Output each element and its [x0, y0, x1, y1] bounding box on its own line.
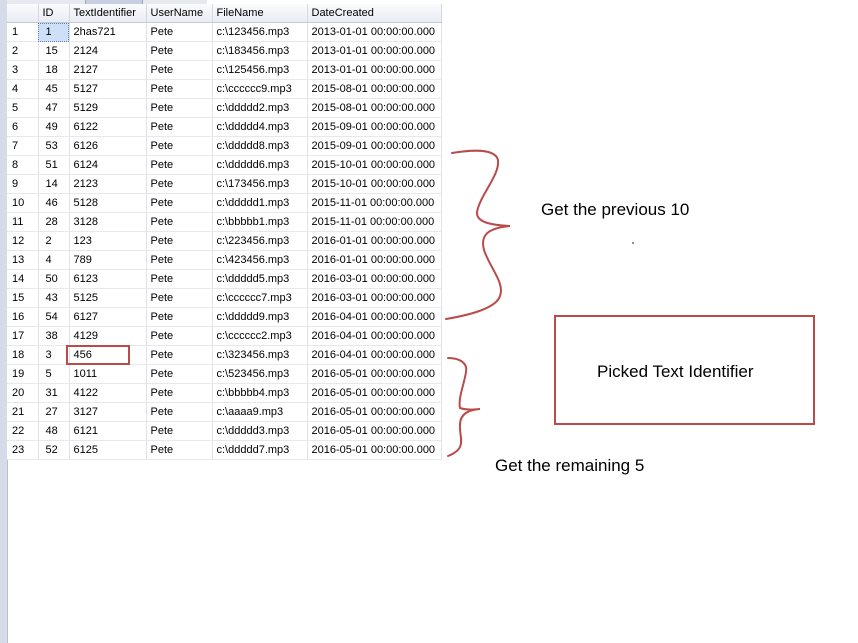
annotation-marks: [66, 149, 815, 457]
stray-dot: [632, 242, 634, 244]
remaining-5-brace: [447, 357, 481, 457]
previous-10-label: Get the previous 10: [541, 200, 690, 219]
picked-cell-highlight: [66, 345, 130, 365]
previous-10-brace: [445, 149, 511, 320]
remaining-5-label: Get the remaining 5: [495, 456, 645, 475]
picked-text-identifier-label: Picked Text Identifier: [597, 362, 754, 381]
